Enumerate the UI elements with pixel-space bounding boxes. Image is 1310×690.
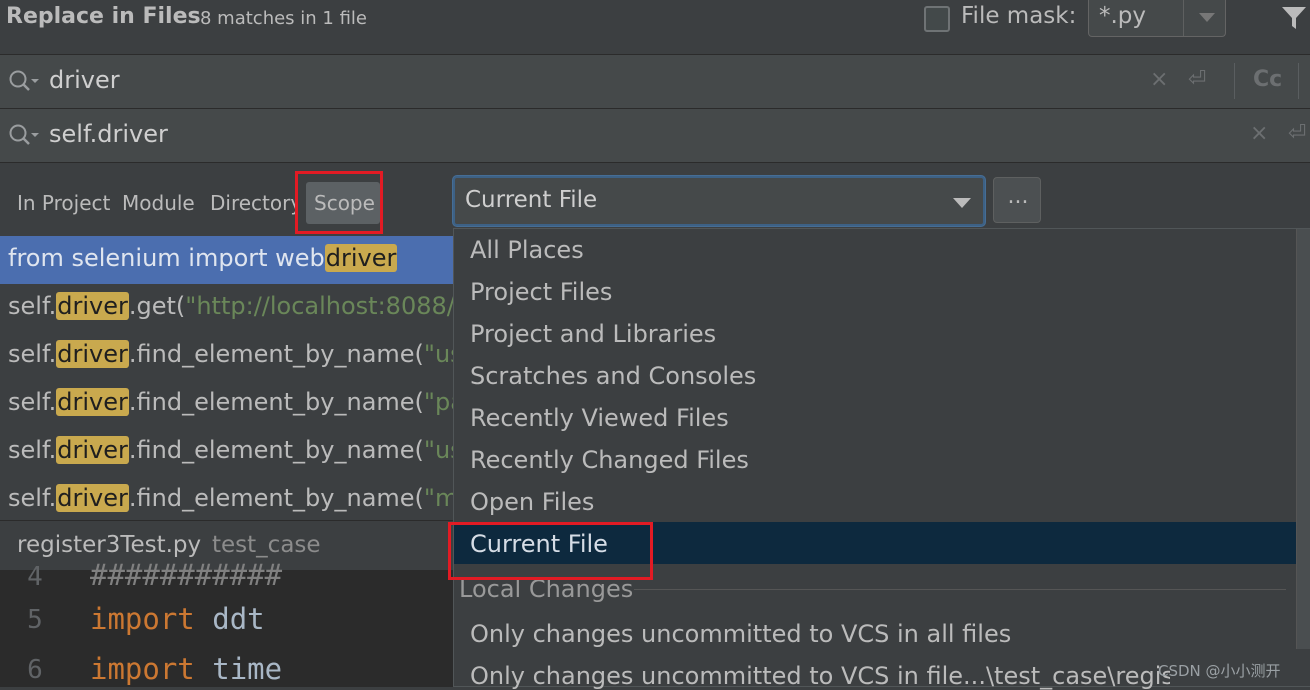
option-uncommitted-all-files[interactable]: Only changes uncommitted to VCS in all f… xyxy=(470,620,1011,648)
file-mask-checkbox[interactable] xyxy=(924,6,950,32)
result-text: self. xyxy=(8,340,57,368)
filter-icon[interactable] xyxy=(1280,4,1308,32)
option-project-files[interactable]: Project Files xyxy=(470,278,612,306)
file-mask-value: *.py xyxy=(1099,3,1147,29)
result-text: .find_element_by_name( xyxy=(128,388,424,416)
result-text: .find_element_by_name( xyxy=(128,436,424,464)
option-open-files[interactable]: Open Files xyxy=(470,488,594,516)
match-highlight: driver xyxy=(56,436,129,464)
search-input[interactable]: driver xyxy=(49,66,120,94)
replace-input[interactable]: self.driver xyxy=(49,120,168,148)
code-identifier: ddt xyxy=(212,602,265,636)
option-scratches-and-consoles[interactable]: Scratches and Consoles xyxy=(470,362,756,390)
code-keyword: import xyxy=(90,652,195,686)
file-mask-label: File mask: xyxy=(961,3,1077,29)
browse-scope-button[interactable]: ... xyxy=(993,177,1041,223)
watermark: CSDN @小小测开 xyxy=(1158,662,1281,680)
result-row[interactable]: self.driver.get("http://localhost:8088/p… xyxy=(0,284,460,332)
result-row[interactable]: from selenium import webdriver xyxy=(0,236,460,284)
dialog-header: Replace in Files 8 matches in 1 file Fil… xyxy=(0,0,1310,55)
result-row[interactable]: self.driver.find_element_by_name("mob xyxy=(0,476,460,524)
annotation-highlight-box xyxy=(448,522,653,580)
newline-icon[interactable]: ⏎ xyxy=(1188,67,1206,92)
combo-separator xyxy=(1183,0,1184,36)
result-text: self. xyxy=(8,292,57,320)
result-row[interactable]: self.driver.find_element_by_name("user xyxy=(0,428,460,476)
result-text: from selenium import web xyxy=(8,244,325,272)
line-number: 6 xyxy=(27,655,43,685)
clear-replace-icon[interactable]: × xyxy=(1250,121,1268,146)
search-history-icon[interactable] xyxy=(8,69,40,95)
replace-field-row: self.driver × ⏎ xyxy=(0,109,1310,163)
search-field-row: driver × ⏎ Cc xyxy=(0,55,1310,109)
group-separator xyxy=(634,589,1286,590)
result-row[interactable]: self.driver.find_element_by_name("pass xyxy=(0,380,460,428)
option-uncommitted-in-file[interactable]: Only changes uncommitted to VCS in file.… xyxy=(470,662,1170,690)
result-text: self. xyxy=(8,484,57,512)
toolbar-separator xyxy=(1234,63,1235,99)
tab-in-project[interactable]: In Project xyxy=(17,191,110,215)
dialog-title: Replace in Files xyxy=(6,4,201,29)
match-highlight: driver xyxy=(56,484,129,512)
option-project-and-libraries[interactable]: Project and Libraries xyxy=(470,320,716,348)
code-line: ########### xyxy=(90,558,283,592)
clear-search-icon[interactable]: × xyxy=(1150,67,1168,92)
scope-bar: In Project Module Directory Scope Curren… xyxy=(0,163,1310,235)
option-recently-viewed-files[interactable]: Recently Viewed Files xyxy=(470,404,729,432)
code-identifier: time xyxy=(212,652,283,686)
option-recently-changed-files[interactable]: Recently Changed Files xyxy=(470,446,749,474)
toolbar-separator xyxy=(1298,63,1299,99)
chevron-down-icon[interactable] xyxy=(953,198,971,208)
code-line: import ddt xyxy=(90,602,265,636)
result-string: "http://localhost:8088/pi xyxy=(185,292,460,320)
result-row[interactable]: self.driver.find_element_by_name("user xyxy=(0,332,460,380)
code-line: import time xyxy=(90,652,282,686)
file-mask-combo[interactable]: *.py xyxy=(1088,0,1226,37)
result-text: .get( xyxy=(128,292,186,320)
code-keyword: import xyxy=(90,602,195,636)
preview-file-name: register3Test.py xyxy=(17,532,202,558)
browse-scope-label: ... xyxy=(1007,184,1029,209)
newline-icon[interactable]: ⏎ xyxy=(1288,121,1306,146)
result-text: .find_element_by_name( xyxy=(128,340,424,368)
match-highlight: driver xyxy=(56,388,129,416)
result-text: .find_element_by_name( xyxy=(128,484,424,512)
match-case-icon[interactable]: Cc xyxy=(1253,67,1282,92)
match-highlight: driver xyxy=(56,340,129,368)
match-summary: 8 matches in 1 file xyxy=(200,8,367,29)
tab-module[interactable]: Module xyxy=(122,191,195,215)
replace-history-icon[interactable] xyxy=(8,123,40,149)
popup-scrollbar[interactable] xyxy=(1296,229,1310,649)
scope-dropdown-list: All Places Project Files Project and Lib… xyxy=(453,228,1310,690)
chevron-down-icon[interactable] xyxy=(1199,13,1215,22)
line-number: 5 xyxy=(27,605,43,635)
line-number: 4 xyxy=(27,562,43,592)
match-highlight: driver xyxy=(324,244,398,272)
scope-combo[interactable]: Current File xyxy=(453,176,985,226)
result-text: self. xyxy=(8,436,57,464)
option-all-places[interactable]: All Places xyxy=(470,236,584,264)
scope-combo-value: Current File xyxy=(465,187,598,213)
code-preview[interactable]: 4 ########### 5 import ddt 6 import time xyxy=(0,558,460,687)
result-text: self. xyxy=(8,388,57,416)
annotation-highlight-box xyxy=(295,171,383,234)
match-highlight: driver xyxy=(56,292,129,320)
preview-file-path: test_case xyxy=(212,532,321,558)
tab-directory[interactable]: Directory xyxy=(210,191,298,215)
